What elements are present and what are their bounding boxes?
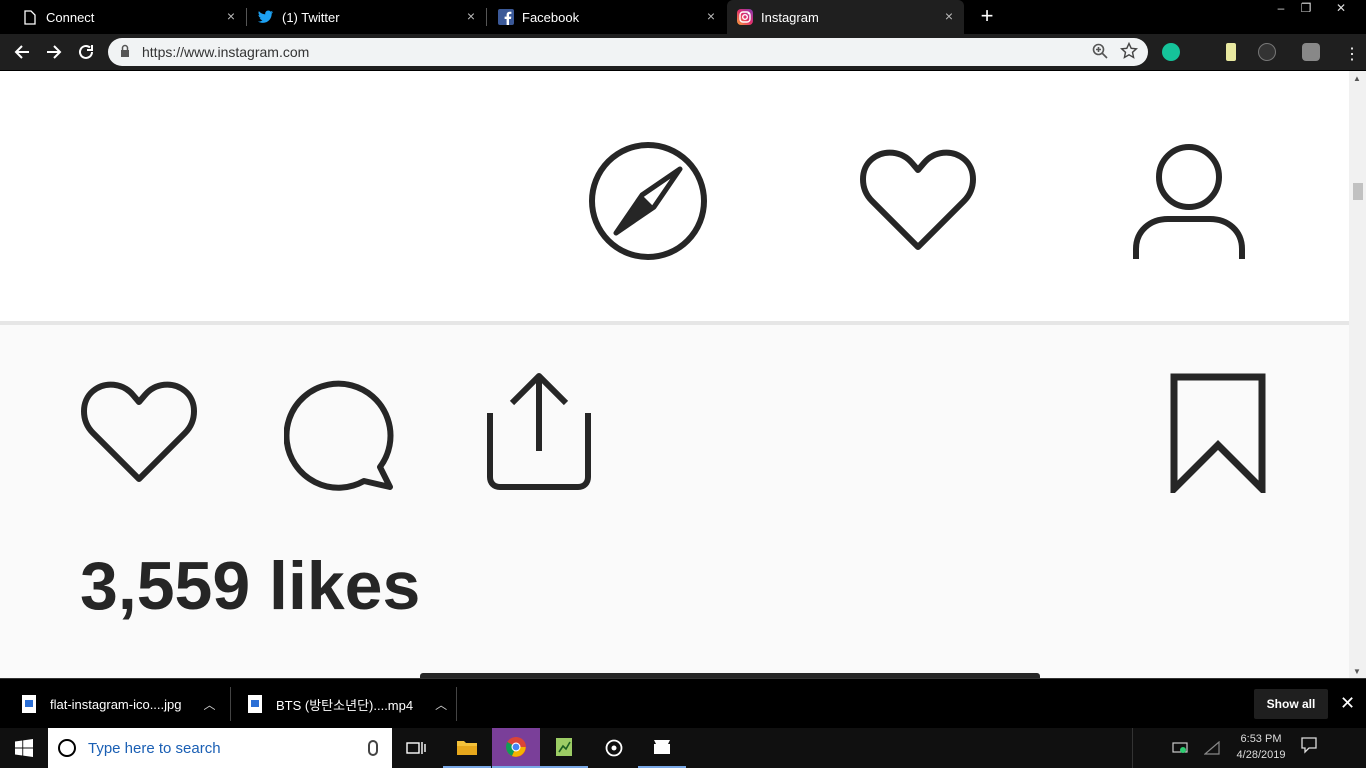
facebook-icon xyxy=(498,9,514,25)
close-icon[interactable]: × xyxy=(224,9,238,23)
taskbar-search-box[interactable]: Type here to search xyxy=(48,728,392,768)
maximize-icon[interactable]: ❐ xyxy=(1295,0,1317,16)
download-filename: BTS (방탄소년단)....mp4 xyxy=(276,697,414,713)
menu-kebab-icon[interactable]: ⋮ xyxy=(1344,44,1360,64)
activity-heart-icon[interactable] xyxy=(858,147,978,253)
like-heart-icon[interactable] xyxy=(78,377,200,485)
chevron-up-icon[interactable]: ︿ xyxy=(435,696,447,713)
tab-label: Facebook xyxy=(522,9,580,25)
security-tray-icon[interactable] xyxy=(1166,728,1194,768)
video-file-icon xyxy=(248,695,262,713)
new-tab-button[interactable]: + xyxy=(976,5,998,28)
extension-icon[interactable] xyxy=(1226,43,1236,61)
task-view-icon[interactable] xyxy=(392,728,440,768)
profile-user-icon[interactable] xyxy=(1132,143,1246,261)
notepad-app-icon[interactable] xyxy=(540,728,588,768)
media-player-icon[interactable] xyxy=(590,728,638,768)
tab-connect[interactable]: Connect × xyxy=(0,0,246,34)
cortana-icon xyxy=(58,739,76,757)
windows-start-icon[interactable] xyxy=(0,728,48,768)
caption-text-cutoff xyxy=(420,669,1040,678)
scrollbar-thumb[interactable] xyxy=(1353,183,1363,200)
tab-facebook[interactable]: Facebook × xyxy=(486,0,726,34)
notifications-icon[interactable] xyxy=(1300,736,1318,759)
forward-arrow-icon[interactable] xyxy=(42,40,66,64)
address-bar[interactable]: https://www.instagram.com xyxy=(108,38,1148,66)
download-shelf: flat-instagram-ico....jpg ︿ BTS (방탄소년단).… xyxy=(0,678,1366,728)
tab-instagram[interactable]: Instagram × xyxy=(727,0,964,34)
wifi-icon[interactable] xyxy=(1198,728,1226,768)
page-viewport: 3,559 likes xyxy=(0,71,1349,678)
bookmark-star-icon[interactable] xyxy=(1119,41,1139,65)
page-scrollbar[interactable]: ▲ ▼ xyxy=(1349,71,1366,678)
system-clock[interactable]: 6:53 PM 4/28/2019 xyxy=(1234,731,1288,765)
show-all-button[interactable]: Show all xyxy=(1254,689,1328,719)
lock-icon xyxy=(120,44,130,63)
dark-mode-extension-icon[interactable] xyxy=(1258,43,1276,61)
grammarly-extension-icon[interactable] xyxy=(1162,43,1180,61)
back-arrow-icon[interactable] xyxy=(10,40,34,64)
tab-label: Instagram xyxy=(761,9,819,25)
document-icon xyxy=(22,9,38,25)
comment-bubble-icon[interactable] xyxy=(284,377,398,491)
browser-tab-strip: Connect × (1) Twitter × Facebook × Insta… xyxy=(0,0,1366,34)
profile-avatar[interactable] xyxy=(1302,43,1320,61)
instagram-top-nav xyxy=(0,71,1349,325)
minimize-icon[interactable]: – xyxy=(1270,0,1292,16)
download-item[interactable]: flat-instagram-ico....jpg ︿ xyxy=(22,687,216,721)
search-placeholder: Type here to search xyxy=(88,739,221,757)
share-upload-icon[interactable] xyxy=(484,371,594,493)
chrome-icon[interactable] xyxy=(492,728,540,768)
close-window-icon[interactable]: ✕ xyxy=(1330,0,1352,16)
windows-taskbar: Type here to search 6:53 PM 4/28/2019 xyxy=(0,728,1366,768)
scroll-up-arrow-icon[interactable]: ▲ xyxy=(1353,74,1361,83)
image-file-icon xyxy=(22,695,36,713)
reload-icon[interactable] xyxy=(74,40,98,64)
instagram-icon xyxy=(737,9,753,25)
close-icon[interactable]: × xyxy=(704,9,718,23)
tab-label: Connect xyxy=(46,9,95,25)
zoom-icon[interactable] xyxy=(1092,43,1108,64)
close-icon[interactable]: × xyxy=(942,9,956,23)
clock-time: 6:53 PM xyxy=(1240,733,1282,745)
clock-date: 4/28/2019 xyxy=(1236,749,1286,761)
file-explorer-icon[interactable] xyxy=(443,728,491,768)
tray-overflow[interactable] xyxy=(1132,728,1160,768)
divider xyxy=(230,687,231,721)
download-item[interactable]: BTS (방탄소년단)....mp4 ︿ xyxy=(248,687,447,721)
chevron-up-icon[interactable]: ︿ xyxy=(204,696,216,713)
tab-twitter[interactable]: (1) Twitter × xyxy=(246,0,486,34)
likes-count[interactable]: 3,559 likes xyxy=(80,547,420,625)
save-bookmark-icon[interactable] xyxy=(1168,373,1268,493)
browser-toolbar: https://www.instagram.com ⋮ xyxy=(0,34,1366,70)
explore-compass-icon[interactable] xyxy=(588,141,708,261)
divider xyxy=(456,687,457,721)
video-editor-icon[interactable] xyxy=(638,728,686,768)
scroll-down-arrow-icon[interactable]: ▼ xyxy=(1353,667,1361,676)
twitter-icon xyxy=(258,9,274,25)
microphone-icon[interactable] xyxy=(368,740,378,756)
url-text: https://www.instagram.com xyxy=(142,44,310,60)
close-icon[interactable]: ✕ xyxy=(1340,693,1355,714)
download-filename: flat-instagram-ico....jpg xyxy=(50,696,182,712)
tab-label: (1) Twitter xyxy=(282,9,340,25)
close-icon[interactable]: × xyxy=(464,9,478,23)
